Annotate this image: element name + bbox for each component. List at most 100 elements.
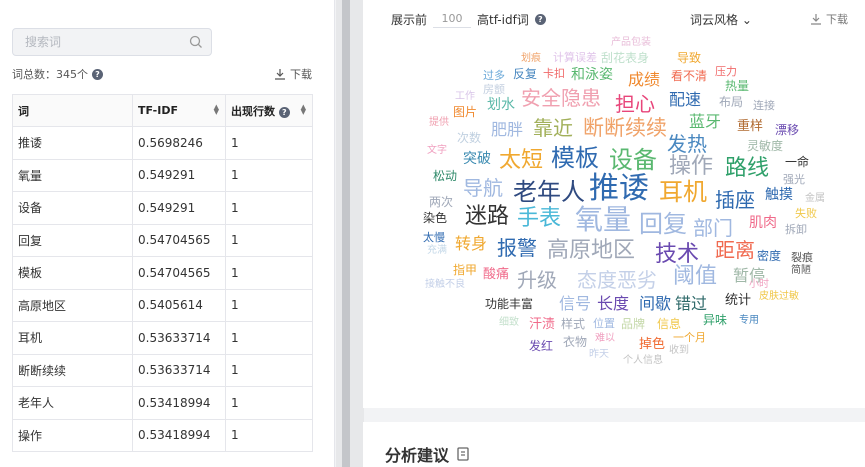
cloud-word[interactable]: 房颤: [483, 84, 505, 95]
cloud-word[interactable]: 酸痛: [483, 268, 509, 281]
cloud-word[interactable]: 一个月: [673, 332, 706, 343]
cloud-word[interactable]: 看不清: [671, 70, 707, 82]
cloud-word[interactable]: 成绩: [628, 72, 660, 88]
table-row[interactable]: 耳机 0.53633714 1: [12, 321, 313, 355]
cloud-word[interactable]: 提供: [429, 118, 449, 128]
table-row[interactable]: 高原地区 0.5405614 1: [12, 288, 313, 322]
cloud-word[interactable]: 蓝牙: [689, 114, 721, 130]
cloud-word[interactable]: 工作: [455, 92, 475, 102]
cloud-word[interactable]: 技术: [655, 244, 699, 266]
cloud-word[interactable]: 样式: [561, 318, 585, 330]
cloud-word[interactable]: 划痕: [521, 54, 541, 64]
scrollbar[interactable]: [342, 0, 350, 467]
cloud-word[interactable]: 皮肤过敏: [759, 292, 799, 302]
cloud-word[interactable]: 个人信息: [623, 356, 663, 366]
cloud-word[interactable]: 计算误差: [553, 52, 597, 63]
cloud-word[interactable]: 细致: [499, 318, 519, 328]
cloud-word[interactable]: 耳机: [659, 180, 707, 204]
cloud-word[interactable]: 氧量: [575, 206, 631, 234]
cloud-word[interactable]: 转身: [455, 236, 487, 252]
cloud-word[interactable]: 卡扣: [543, 68, 565, 79]
cloud-word[interactable]: 信号: [559, 296, 591, 312]
cloud-word[interactable]: 操作: [669, 156, 713, 178]
cloud-word[interactable]: 推诿: [589, 174, 649, 204]
cloud-word[interactable]: 统计: [725, 294, 751, 307]
cloud-word[interactable]: 昨天: [589, 350, 609, 360]
cloud-word[interactable]: 手表: [517, 208, 561, 230]
cloud-word[interactable]: 染色: [423, 212, 447, 224]
cloud-word[interactable]: 次数: [457, 132, 481, 144]
help-icon[interactable]: ?: [278, 106, 290, 118]
cloud-word[interactable]: 老年人: [513, 180, 585, 204]
cloud-word[interactable]: 产品包装: [611, 38, 651, 48]
cloud-word[interactable]: 位置: [593, 318, 615, 329]
table-row[interactable]: 操作 0.53418994 1: [12, 418, 313, 452]
cloud-word[interactable]: 插座: [715, 190, 755, 210]
search-box[interactable]: [12, 28, 212, 56]
cloud-word[interactable]: 小时: [749, 280, 769, 290]
cloud-word[interactable]: 灵敏度: [747, 140, 783, 152]
table-row[interactable]: 老年人 0.53418994 1: [12, 386, 313, 420]
cloud-word[interactable]: 金属: [805, 194, 825, 204]
cloud-word[interactable]: 触摸: [765, 188, 793, 202]
cloud-word[interactable]: 重样: [737, 120, 763, 133]
cloud-word[interactable]: 漂移: [775, 124, 799, 136]
cloud-word[interactable]: 划水: [487, 98, 515, 112]
cloud-word[interactable]: 文字: [427, 146, 447, 156]
cloud-word[interactable]: 压力: [715, 66, 737, 77]
cloud-word[interactable]: 品牌: [621, 318, 645, 330]
cloud-word[interactable]: 图片: [453, 106, 477, 118]
cloud-word[interactable]: 刮花表身: [601, 52, 649, 64]
cloud-word[interactable]: 两次: [429, 196, 453, 208]
cloud-word[interactable]: 掉色: [639, 338, 665, 351]
cloud-word[interactable]: 配速: [669, 92, 701, 108]
cloud-word[interactable]: 高原地区: [547, 240, 635, 262]
cloud-word[interactable]: 发热: [667, 134, 707, 154]
cloud-word[interactable]: 衣物: [563, 336, 587, 348]
cloud-word[interactable]: 报警: [497, 238, 537, 258]
cloud-word[interactable]: 太短: [499, 150, 543, 172]
cloud-word[interactable]: 太慢: [423, 232, 445, 243]
search-icon[interactable]: [189, 35, 203, 49]
table-row[interactable]: 断断续续 0.53633714 1: [12, 353, 313, 387]
cloud-word[interactable]: 收到: [669, 346, 689, 356]
table-row[interactable]: 氧量 0.549291 1: [12, 158, 313, 192]
cloud-word[interactable]: 异味: [703, 314, 727, 326]
cloud-word[interactable]: 强光: [783, 174, 805, 185]
download-button-left[interactable]: 下载: [274, 66, 312, 82]
help-icon[interactable]: ?: [92, 68, 103, 80]
col-header-tfidf[interactable]: TF-IDF ▲ ▼: [132, 94, 226, 127]
cloud-word[interactable]: 安全隐患: [521, 88, 601, 108]
cloud-word[interactable]: 专用: [739, 316, 759, 326]
cloud-word[interactable]: 接触不良: [425, 280, 465, 290]
cloud-word[interactable]: 断断续续: [583, 118, 667, 139]
cloud-word[interactable]: 功能丰富: [485, 298, 533, 310]
cloud-word[interactable]: 拆卸: [785, 224, 807, 235]
cloud-word[interactable]: 热量: [725, 80, 749, 92]
cloud-word[interactable]: 升级: [517, 270, 557, 290]
cloud-word[interactable]: 信息: [657, 318, 681, 330]
search-input[interactable]: [13, 29, 183, 55]
sort-icon[interactable]: ▲ ▼: [214, 104, 219, 116]
table-row[interactable]: 设备 0.549291 1: [12, 191, 313, 225]
cloud-word[interactable]: 指甲: [453, 264, 477, 276]
cloud-word[interactable]: 难以: [595, 334, 615, 344]
cloud-word[interactable]: 连接: [753, 100, 775, 111]
cloud-word[interactable]: 密度: [757, 250, 781, 262]
cloud-word[interactable]: 阈值: [673, 266, 717, 288]
cloud-word[interactable]: 简陋: [791, 266, 811, 276]
cloud-word[interactable]: 回复: [639, 212, 687, 236]
cloud-word[interactable]: 导航: [463, 178, 503, 198]
col-header-rows[interactable]: 出现行数 ? ▲ ▼: [225, 94, 313, 127]
table-row[interactable]: 推诿 0.5698246 1: [12, 126, 313, 160]
cloud-word[interactable]: 距离: [715, 240, 755, 260]
cloud-word[interactable]: 松动: [433, 170, 457, 182]
cloud-word[interactable]: 靠近: [533, 118, 573, 138]
cloud-word[interactable]: 肥胖: [491, 122, 523, 138]
cloud-word[interactable]: 裂痕: [791, 252, 813, 263]
cloud-word[interactable]: 突破: [463, 152, 491, 166]
cloud-word[interactable]: 充满: [427, 246, 447, 256]
cloud-word[interactable]: 间歇: [639, 296, 671, 312]
cloud-word[interactable]: 部门: [693, 218, 733, 238]
cloud-word[interactable]: 导致: [677, 52, 701, 64]
